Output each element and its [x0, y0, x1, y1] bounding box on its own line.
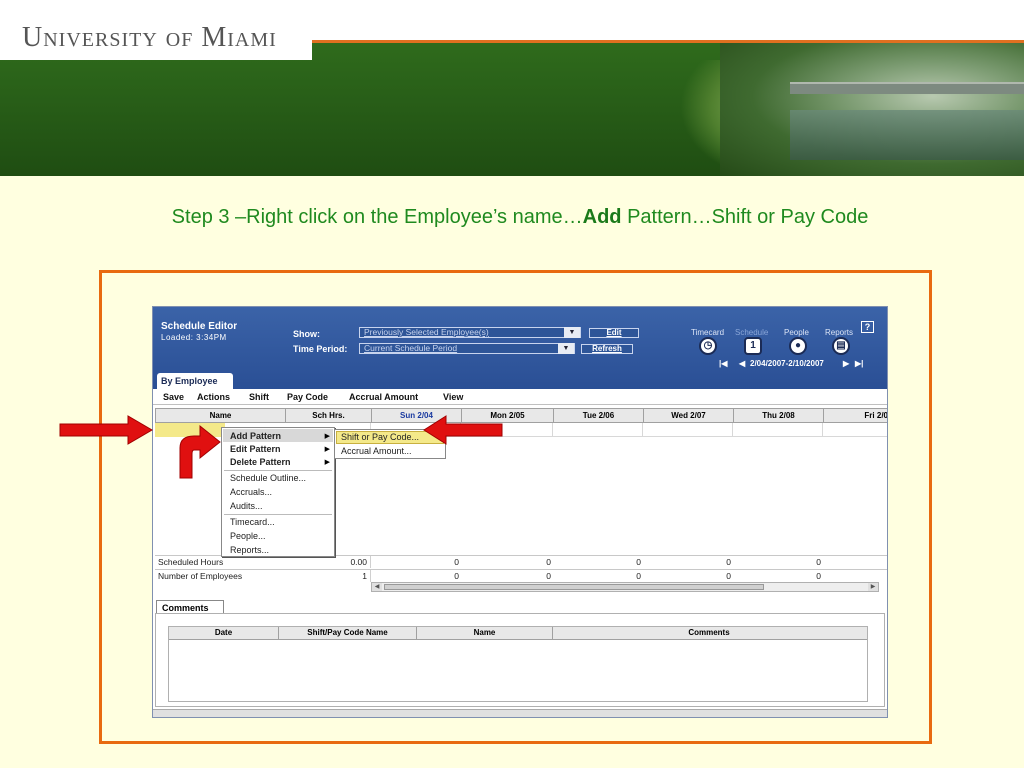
arrow-right-icon	[59, 415, 153, 445]
curved-arrow-icon	[179, 424, 221, 479]
annotation-arrows	[59, 415, 503, 479]
arrow-left-icon	[423, 415, 503, 445]
